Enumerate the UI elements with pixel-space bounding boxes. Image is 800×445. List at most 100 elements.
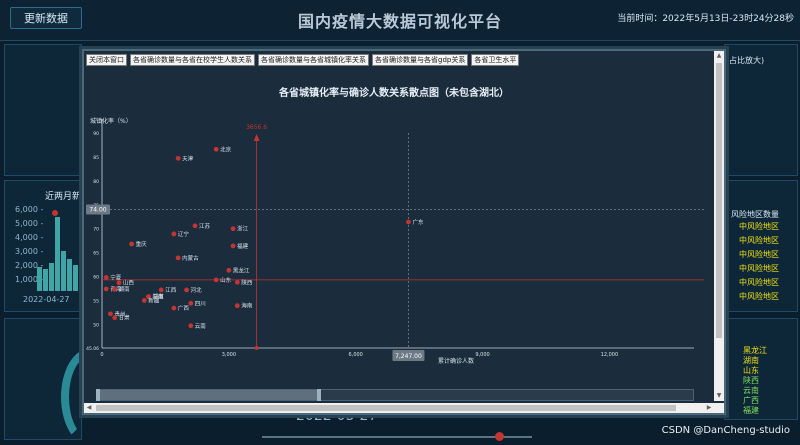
data-point-label: 辽宁 <box>178 230 190 238</box>
data-point <box>129 241 134 247</box>
data-point-label: 江西 <box>165 287 177 294</box>
bar <box>49 263 54 291</box>
right-bottom-panel: 黑龙江 湖南 山东 陕西 云南 广西 福建 <box>724 318 798 420</box>
right-top-panel: 占比放大) <box>724 44 798 176</box>
x-axis-label: 累计确诊人数 <box>438 357 474 365</box>
bar <box>61 251 66 291</box>
data-point <box>171 231 177 237</box>
data-point-label: 福建 <box>237 242 249 250</box>
risk-item: 中风险地区 <box>739 222 779 231</box>
data-point-label: 河北 <box>191 286 203 294</box>
data-point <box>230 243 236 249</box>
horizontal-scrollbar[interactable]: ◀ ▶ <box>84 403 724 413</box>
data-point <box>213 277 219 283</box>
zoom-handle-right[interactable] <box>317 389 321 401</box>
watermark-text: CSDN @DanCheng-studio <box>661 425 790 436</box>
risk-item: 中风险地区 <box>739 278 779 287</box>
y-axis-label: 城镇化率（%） <box>90 117 132 125</box>
data-point-label: 海南 <box>241 302 253 310</box>
vertical-scrollbar[interactable]: ▲ ▼ <box>714 51 724 401</box>
scatter-chart: 城镇化率（%） 累计确诊人数 0 3,000 6,000 9,000 12,000 45.06… <box>86 117 704 365</box>
y-tick-label: 50 <box>93 322 99 328</box>
data-point-label: 云南 <box>195 322 207 330</box>
markline-value: 3656.6 <box>246 124 267 131</box>
data-point-label: 山西 <box>123 279 135 287</box>
crosshair-y-label: 74.00 <box>89 207 106 214</box>
y-tick-label: 85 <box>93 155 99 161</box>
bar <box>73 265 78 291</box>
x-tick-label: 6,000 <box>349 352 363 358</box>
data-point <box>103 275 109 280</box>
data-point-label: 新疆 <box>148 296 160 304</box>
data-point <box>158 287 164 293</box>
data-point-label: 广西 <box>178 304 190 312</box>
data-point-label: 广东 <box>412 218 424 226</box>
x-tick-label: 3,000 <box>222 352 236 358</box>
zoom-selection[interactable] <box>97 390 319 400</box>
data-point-label: 宁夏 <box>110 273 122 281</box>
date-label: 2022-04-27 <box>23 295 70 304</box>
y-tick-label: 70 <box>93 227 99 233</box>
bar <box>43 269 48 291</box>
data-point <box>108 311 113 317</box>
data-point <box>226 267 232 273</box>
bar <box>37 267 42 291</box>
y-tick: 5,000 - <box>15 219 44 228</box>
zoom-handle-left[interactable] <box>96 389 100 401</box>
scroll-left-icon[interactable]: ◀ <box>84 403 94 413</box>
hscroll-thumb[interactable] <box>96 405 676 411</box>
data-point-label: 江苏 <box>199 222 211 230</box>
timeline-handle[interactable] <box>495 432 504 441</box>
markline-start <box>254 346 259 350</box>
scroll-down-icon[interactable]: ▼ <box>714 391 724 401</box>
data-point-label: 甘肃 <box>119 314 131 322</box>
bar <box>67 259 72 291</box>
data-point-label: 天津 <box>182 155 194 162</box>
crosshair-x-label: 7,247.00 <box>395 353 422 360</box>
data-point <box>141 298 147 303</box>
left-chart-title: 近两月新 <box>45 192 82 202</box>
scroll-thumb[interactable] <box>716 63 722 338</box>
risk-item: 中风险地区 <box>739 292 779 301</box>
data-point <box>116 280 122 286</box>
left-mid-panel: 近两月新 6,000 - 5,000 - 4,000 - 3,000 - 2,0… <box>4 180 82 312</box>
series-marker-icon <box>52 210 58 216</box>
data-point <box>188 300 194 306</box>
scroll-right-icon[interactable]: ▶ <box>704 403 714 413</box>
right-mid-panel: 风险地区数量 中风险地区 中风险地区 中风险地区 中风险地区 中风险地区 中风险… <box>724 180 798 312</box>
data-point <box>112 315 118 321</box>
y-tick: 4,000 - <box>15 233 44 242</box>
data-point <box>103 286 109 292</box>
data-point-label: 黑龙江 <box>233 266 250 274</box>
x-tick-label: 12,000 <box>601 352 619 358</box>
y-tick-label: 55 <box>93 298 99 304</box>
markline-arrow-icon <box>253 134 260 141</box>
data-point-label: 山东 <box>220 276 232 284</box>
scroll-up-icon[interactable]: ▲ <box>714 51 724 61</box>
risk-item: 中风险地区 <box>739 264 779 273</box>
left-top-panel <box>4 44 82 176</box>
data-point-label: 内蒙古 <box>182 254 199 262</box>
data-point <box>234 303 240 309</box>
data-point <box>184 287 189 293</box>
data-point <box>175 255 181 261</box>
data-point <box>175 155 181 161</box>
zoom-slider[interactable] <box>96 389 694 401</box>
x-tick-label: 9,000 <box>475 352 489 358</box>
data-point <box>188 323 194 329</box>
right-top-label: 占比放大) <box>729 56 765 65</box>
left-bottom-panel <box>4 318 117 445</box>
data-point <box>234 279 240 285</box>
province-label: 福建 <box>743 406 759 415</box>
data-point <box>112 286 118 292</box>
risk-item: 中风险地区 <box>739 250 779 259</box>
y-tick-label: 60 <box>93 275 99 281</box>
data-point-label: 重庆 <box>136 240 148 248</box>
timeline-track[interactable] <box>262 436 532 438</box>
data-point-label: 陕西 <box>241 278 253 286</box>
current-time: 当前时间：2022年5月13日-23时24分28秒 <box>617 14 794 24</box>
y-tick: 3,000 - <box>15 247 44 256</box>
y-tick-label: 80 <box>93 179 99 185</box>
plot-area: 城镇化率（%） 累计确诊人数 0 3,000 6,000 9,000 12,000 45.06… <box>86 117 704 365</box>
y-tick-label: 65 <box>93 251 99 257</box>
